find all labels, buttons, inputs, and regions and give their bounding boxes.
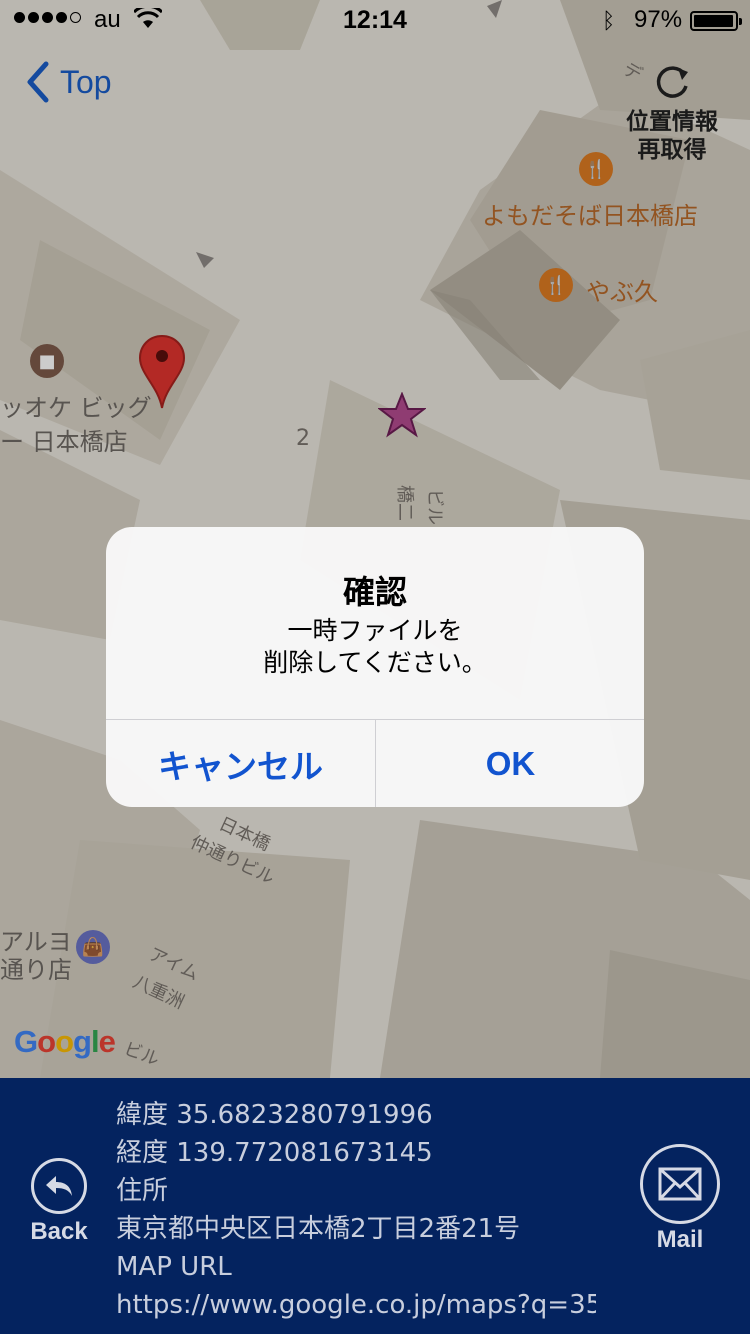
mail-envelope-icon — [640, 1144, 720, 1224]
map-url-label: MAP URL — [116, 1252, 232, 1282]
back-button[interactable]: Back — [24, 1158, 94, 1246]
ok-button[interactable]: OK — [376, 720, 644, 807]
address-text: 東京都中央区日本橋2丁目2番21号 — [116, 1214, 521, 1244]
confirm-dialog: 確認 一時ファイルを 削除してください。 キャンセル OK — [106, 527, 644, 807]
dialog-title: 確認 — [342, 573, 407, 611]
location-info-panel: Back 緯度 35.6823280791996 経度 139.77208167… — [0, 1078, 750, 1334]
cancel-button[interactable]: キャンセル — [106, 720, 375, 807]
address-label: 住所 — [116, 1176, 169, 1206]
mail-button[interactable]: Mail — [638, 1144, 722, 1254]
longitude-text: 経度 139.772081673145 — [116, 1138, 433, 1168]
map-url-link[interactable]: https://www.google.co.jp/maps?q=35 — [116, 1286, 596, 1324]
mail-label: Mail — [656, 1226, 704, 1253]
back-label: Back — [30, 1218, 88, 1245]
dialog-message: 一時ファイルを 削除してください。 — [263, 616, 487, 677]
latitude-text: 緯度 35.6823280791996 — [116, 1100, 433, 1130]
back-arrow-icon — [31, 1158, 87, 1214]
